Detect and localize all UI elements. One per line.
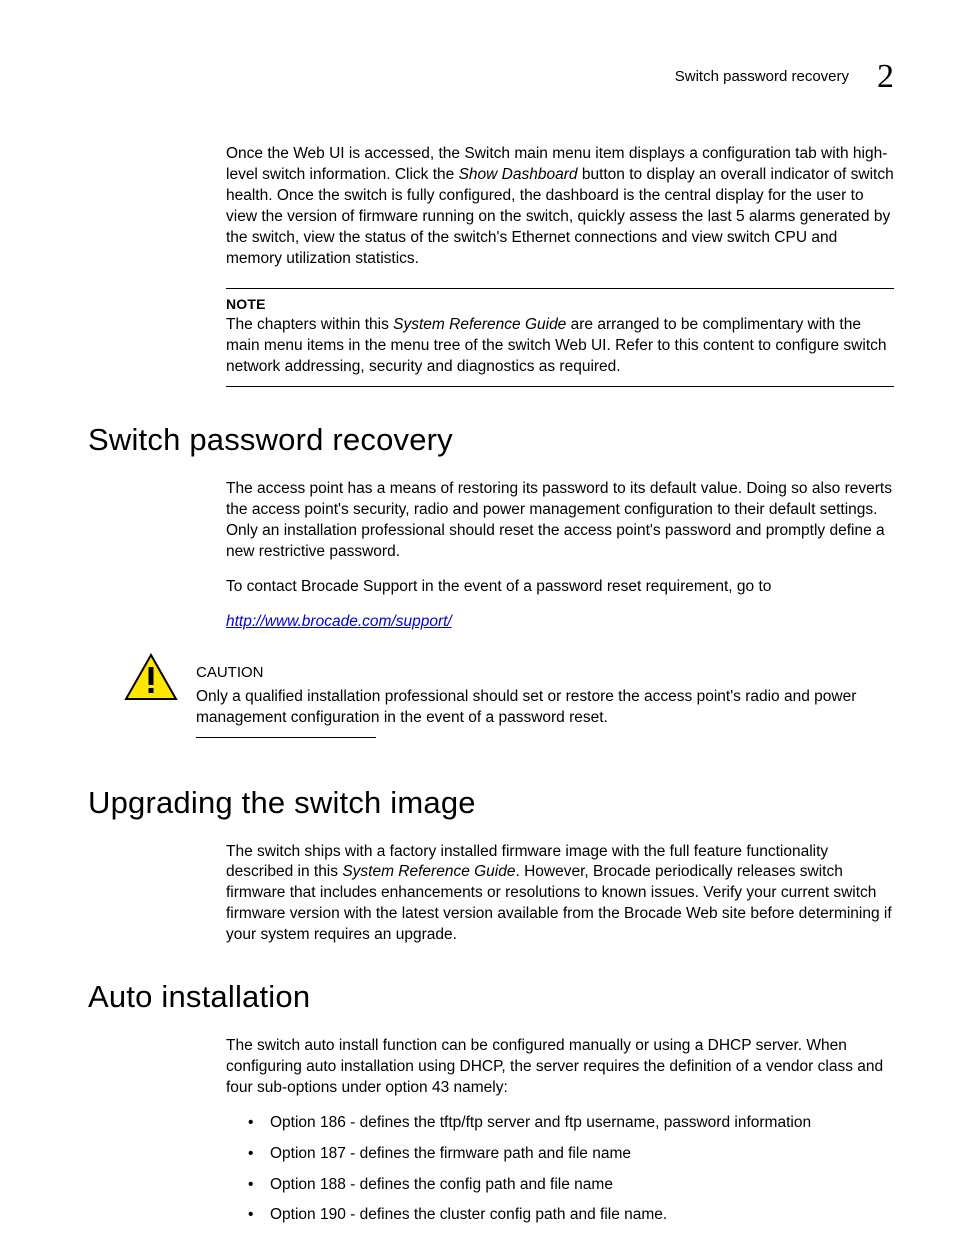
list-item: Option 187 - defines the firmware path a… xyxy=(248,1144,894,1165)
list-item: Option 190 - defines the cluster config … xyxy=(248,1205,894,1226)
caution-label: CAUTION xyxy=(196,663,894,683)
heading-upgrading-switch-image: Upgrading the switch image xyxy=(88,782,894,824)
caution-block: CAUTION Only a qualified installation pr… xyxy=(124,651,894,738)
note-label: NOTE xyxy=(226,295,894,314)
s3-p1: The switch auto install function can be … xyxy=(226,1036,894,1099)
list-item: Option 186 - defines the tftp/ftp server… xyxy=(248,1113,894,1134)
heading-auto-installation: Auto installation xyxy=(88,976,894,1018)
caution-rule xyxy=(196,737,376,738)
s1-body: The access point has a means of restorin… xyxy=(226,479,894,633)
s1-p2: To contact Brocade Support in the event … xyxy=(226,577,894,598)
s3-body: The switch auto install function can be … xyxy=(226,1036,894,1226)
note-block: NOTE The chapters within this System Ref… xyxy=(226,288,894,388)
s3-bullets: Option 186 - defines the tftp/ftp server… xyxy=(248,1113,894,1227)
intro-paragraph: Once the Web UI is accessed, the Switch … xyxy=(226,144,894,270)
heading-switch-password-recovery: Switch password recovery xyxy=(88,419,894,461)
intro-show-dashboard: Show Dashboard xyxy=(459,166,578,183)
caution-icon xyxy=(124,653,178,708)
list-item: Option 188 - defines the config path and… xyxy=(248,1175,894,1196)
support-link[interactable]: http://www.brocade.com/support/ xyxy=(226,613,452,630)
caution-body: Only a qualified installation profession… xyxy=(196,687,894,729)
s2-body: The switch ships with a factory installe… xyxy=(226,842,894,947)
running-header-title: Switch password recovery xyxy=(675,67,849,87)
note-text-a: The chapters within this xyxy=(226,316,393,333)
chapter-number: 2 xyxy=(877,60,894,94)
s1-p1: The access point has a means of restorin… xyxy=(226,479,894,563)
running-header: Switch password recovery 2 xyxy=(88,60,894,94)
caution-content: CAUTION Only a qualified installation pr… xyxy=(196,651,894,738)
s2-text-i: System Reference Guide xyxy=(342,863,515,880)
page: Switch password recovery 2 Once the Web … xyxy=(0,0,954,1235)
note-text-i: System Reference Guide xyxy=(393,316,566,333)
note-body: The chapters within this System Referenc… xyxy=(226,315,894,378)
